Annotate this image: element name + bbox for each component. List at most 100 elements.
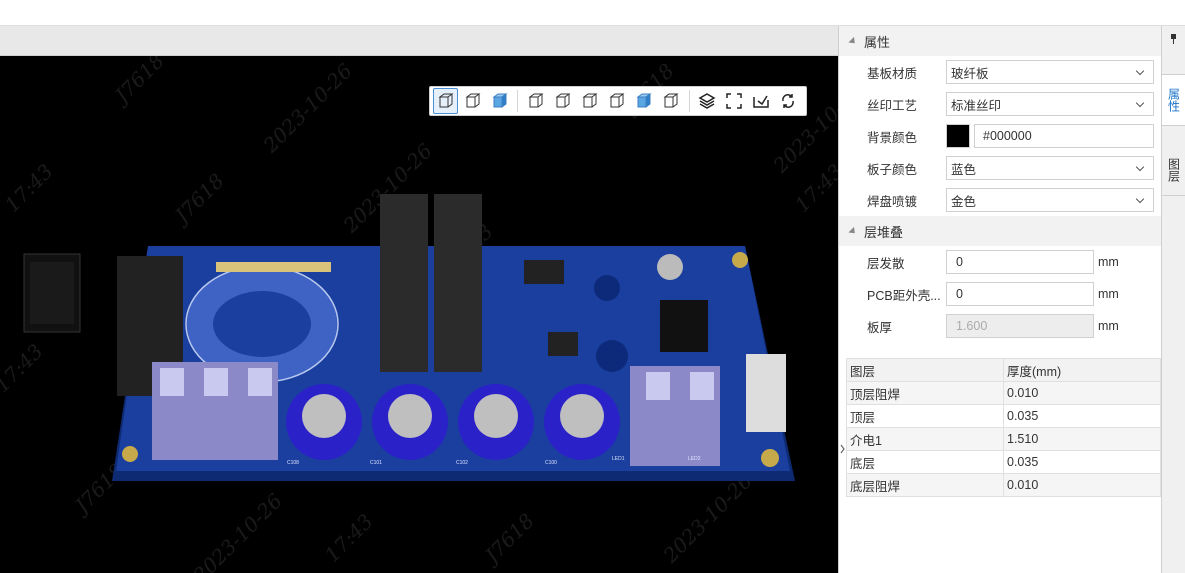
layer-spread-label: 层发散 — [867, 256, 905, 271]
board-color-label: 板子颜色 — [867, 162, 918, 177]
properties-section-header[interactable]: 属性 — [839, 26, 1161, 56]
collapse-arrow-icon — [848, 226, 858, 236]
splitter-handle[interactable] — [840, 436, 846, 462]
unit-label: mm — [1098, 255, 1119, 269]
bg-color-swatch[interactable] — [946, 124, 970, 148]
fullscreen-icon[interactable] — [722, 88, 747, 114]
document-tab-strip — [0, 26, 838, 56]
3d-viewport[interactable]: J76182023-10-2617:43J76182023-10-2617:43… — [0, 56, 838, 573]
view-back-icon[interactable] — [550, 88, 575, 114]
silkscreen-strip — [216, 262, 331, 272]
connector-white — [746, 354, 786, 432]
board-silk-label: C108 — [287, 460, 299, 466]
pad-plating-select[interactable]: 金色 — [946, 188, 1154, 212]
detached-component-face — [30, 262, 74, 324]
board-color-row: 板子颜色 蓝色 — [839, 152, 1161, 184]
layer-thickness-cell: 0.010 — [1003, 381, 1161, 405]
silk-row: 丝印工艺 标准丝印 — [839, 88, 1161, 120]
board-silk-label: LED2 — [688, 456, 701, 462]
layer-name-cell: 底层阻焊 — [846, 473, 1004, 497]
view-bottom-icon[interactable] — [659, 88, 684, 114]
view-3d-solid-icon[interactable] — [433, 88, 459, 114]
collapse-arrow-icon — [848, 36, 858, 46]
tab-layers[interactable]: 图层 — [1162, 144, 1185, 196]
layers-icon[interactable] — [695, 88, 720, 114]
board-silk-label: C102 — [456, 460, 468, 466]
layer-table-header: 图层 厚度(mm) — [846, 358, 1161, 382]
side-tab-bar: 属性 图层 — [1161, 26, 1185, 573]
terminal-screw-5 — [690, 372, 714, 400]
tab-properties[interactable]: 属性 — [1162, 74, 1185, 126]
layer-thickness-cell: 1.510 — [1003, 427, 1161, 451]
table-row[interactable]: 底层阻焊 0.010 — [846, 473, 1161, 497]
table-row[interactable]: 顶层 0.035 — [846, 404, 1161, 428]
inductor-b — [434, 194, 482, 372]
properties-panel: 属性 基板材质 玻纤板 丝印工艺 标准丝印 背景颜色 #000000 板子颜色 … — [838, 26, 1161, 573]
properties-section-title: 属性 — [864, 34, 891, 50]
board-color-select[interactable]: 蓝色 — [946, 156, 1154, 180]
export-icon[interactable] — [749, 88, 774, 114]
view-3d-wire-icon[interactable] — [460, 88, 485, 114]
layer-thickness-cell: 0.035 — [1003, 404, 1161, 428]
layer-thickness-cell: 0.035 — [1003, 450, 1161, 474]
view-3d-shaded-icon[interactable] — [487, 88, 512, 114]
via-large-2 — [596, 340, 628, 372]
pad-plating-label: 焊盘喷镀 — [867, 194, 918, 209]
table-row[interactable]: 底层 0.035 — [846, 450, 1161, 474]
terminal-screw-4 — [646, 372, 670, 400]
chevron-down-icon — [1135, 162, 1145, 171]
layer-table: 图层 厚度(mm) 顶层阻焊 0.010 顶层 0.035 介电1 1.510 底层 0.03… — [846, 358, 1161, 497]
layer-spread-input[interactable]: 0 — [946, 250, 1094, 274]
bg-color-input[interactable]: #000000 — [974, 124, 1154, 148]
thickness-row: 板厚 1.600 mm — [839, 310, 1161, 342]
chevron-down-icon — [1135, 66, 1145, 75]
capacitor-c102-top — [474, 394, 518, 438]
toolbar-separator — [688, 90, 690, 112]
mount-hole-br — [761, 449, 779, 467]
pad-plating-row: 焊盘喷镀 金色 — [839, 184, 1161, 216]
view-left-icon[interactable] — [577, 88, 602, 114]
substrate-label: 基板材质 — [867, 66, 918, 81]
thickness-column-header: 厚度(mm) — [1003, 358, 1161, 382]
layer-name-cell: 顶层阻焊 — [846, 381, 1004, 405]
chevron-down-icon — [1135, 194, 1145, 203]
view-toolbar — [429, 86, 807, 116]
substrate-select[interactable]: 玻纤板 — [946, 60, 1154, 84]
pad-plating-value: 金色 — [951, 194, 977, 209]
table-row[interactable]: 介电1 1.510 — [846, 427, 1161, 451]
terminal-screw-3 — [248, 368, 272, 396]
view-right-icon[interactable] — [604, 88, 629, 114]
pcb-distance-input[interactable]: 0 — [946, 282, 1094, 306]
view-top-icon[interactable] — [632, 88, 657, 114]
chevron-right-icon — [840, 444, 845, 454]
capacitor-c101-top — [388, 394, 432, 438]
board-color-value: 蓝色 — [951, 162, 977, 177]
view-front-icon[interactable] — [523, 88, 548, 114]
silk-value: 标准丝印 — [951, 98, 1002, 113]
table-row[interactable]: 顶层阻焊 0.010 — [846, 381, 1161, 405]
unit-label: mm — [1098, 287, 1119, 301]
electrolytic-small — [657, 254, 683, 280]
stackup-section-title: 层堆叠 — [864, 224, 904, 240]
capacitor-c100-top — [560, 394, 604, 438]
board-silk-label: LED1 — [612, 456, 625, 462]
thickness-input: 1.600 — [946, 314, 1094, 338]
capacitor-c108-top — [302, 394, 346, 438]
substrate-value: 玻纤板 — [951, 66, 989, 81]
layer-thickness-cell: 0.010 — [1003, 473, 1161, 497]
layer-column-header: 图层 — [846, 358, 1004, 382]
reset-rotate-icon[interactable] — [776, 88, 801, 114]
terminal-screw-2 — [204, 368, 228, 396]
bg-color-row: 背景颜色 #000000 — [839, 120, 1161, 152]
pcb-distance-row: PCB距外壳... 0 mm — [839, 278, 1161, 310]
inductor-a — [380, 194, 428, 372]
thickness-label: 板厚 — [867, 320, 893, 335]
layer-name-cell: 介电1 — [846, 427, 1004, 451]
pin-icon[interactable] — [1170, 34, 1177, 44]
stackup-section-header[interactable]: 层堆叠 — [839, 216, 1161, 246]
via-large-1 — [594, 275, 620, 301]
toolbar-separator — [517, 90, 519, 112]
silk-select[interactable]: 标准丝印 — [946, 92, 1154, 116]
unit-label: mm — [1098, 319, 1119, 333]
layer-name-cell: 顶层 — [846, 404, 1004, 428]
